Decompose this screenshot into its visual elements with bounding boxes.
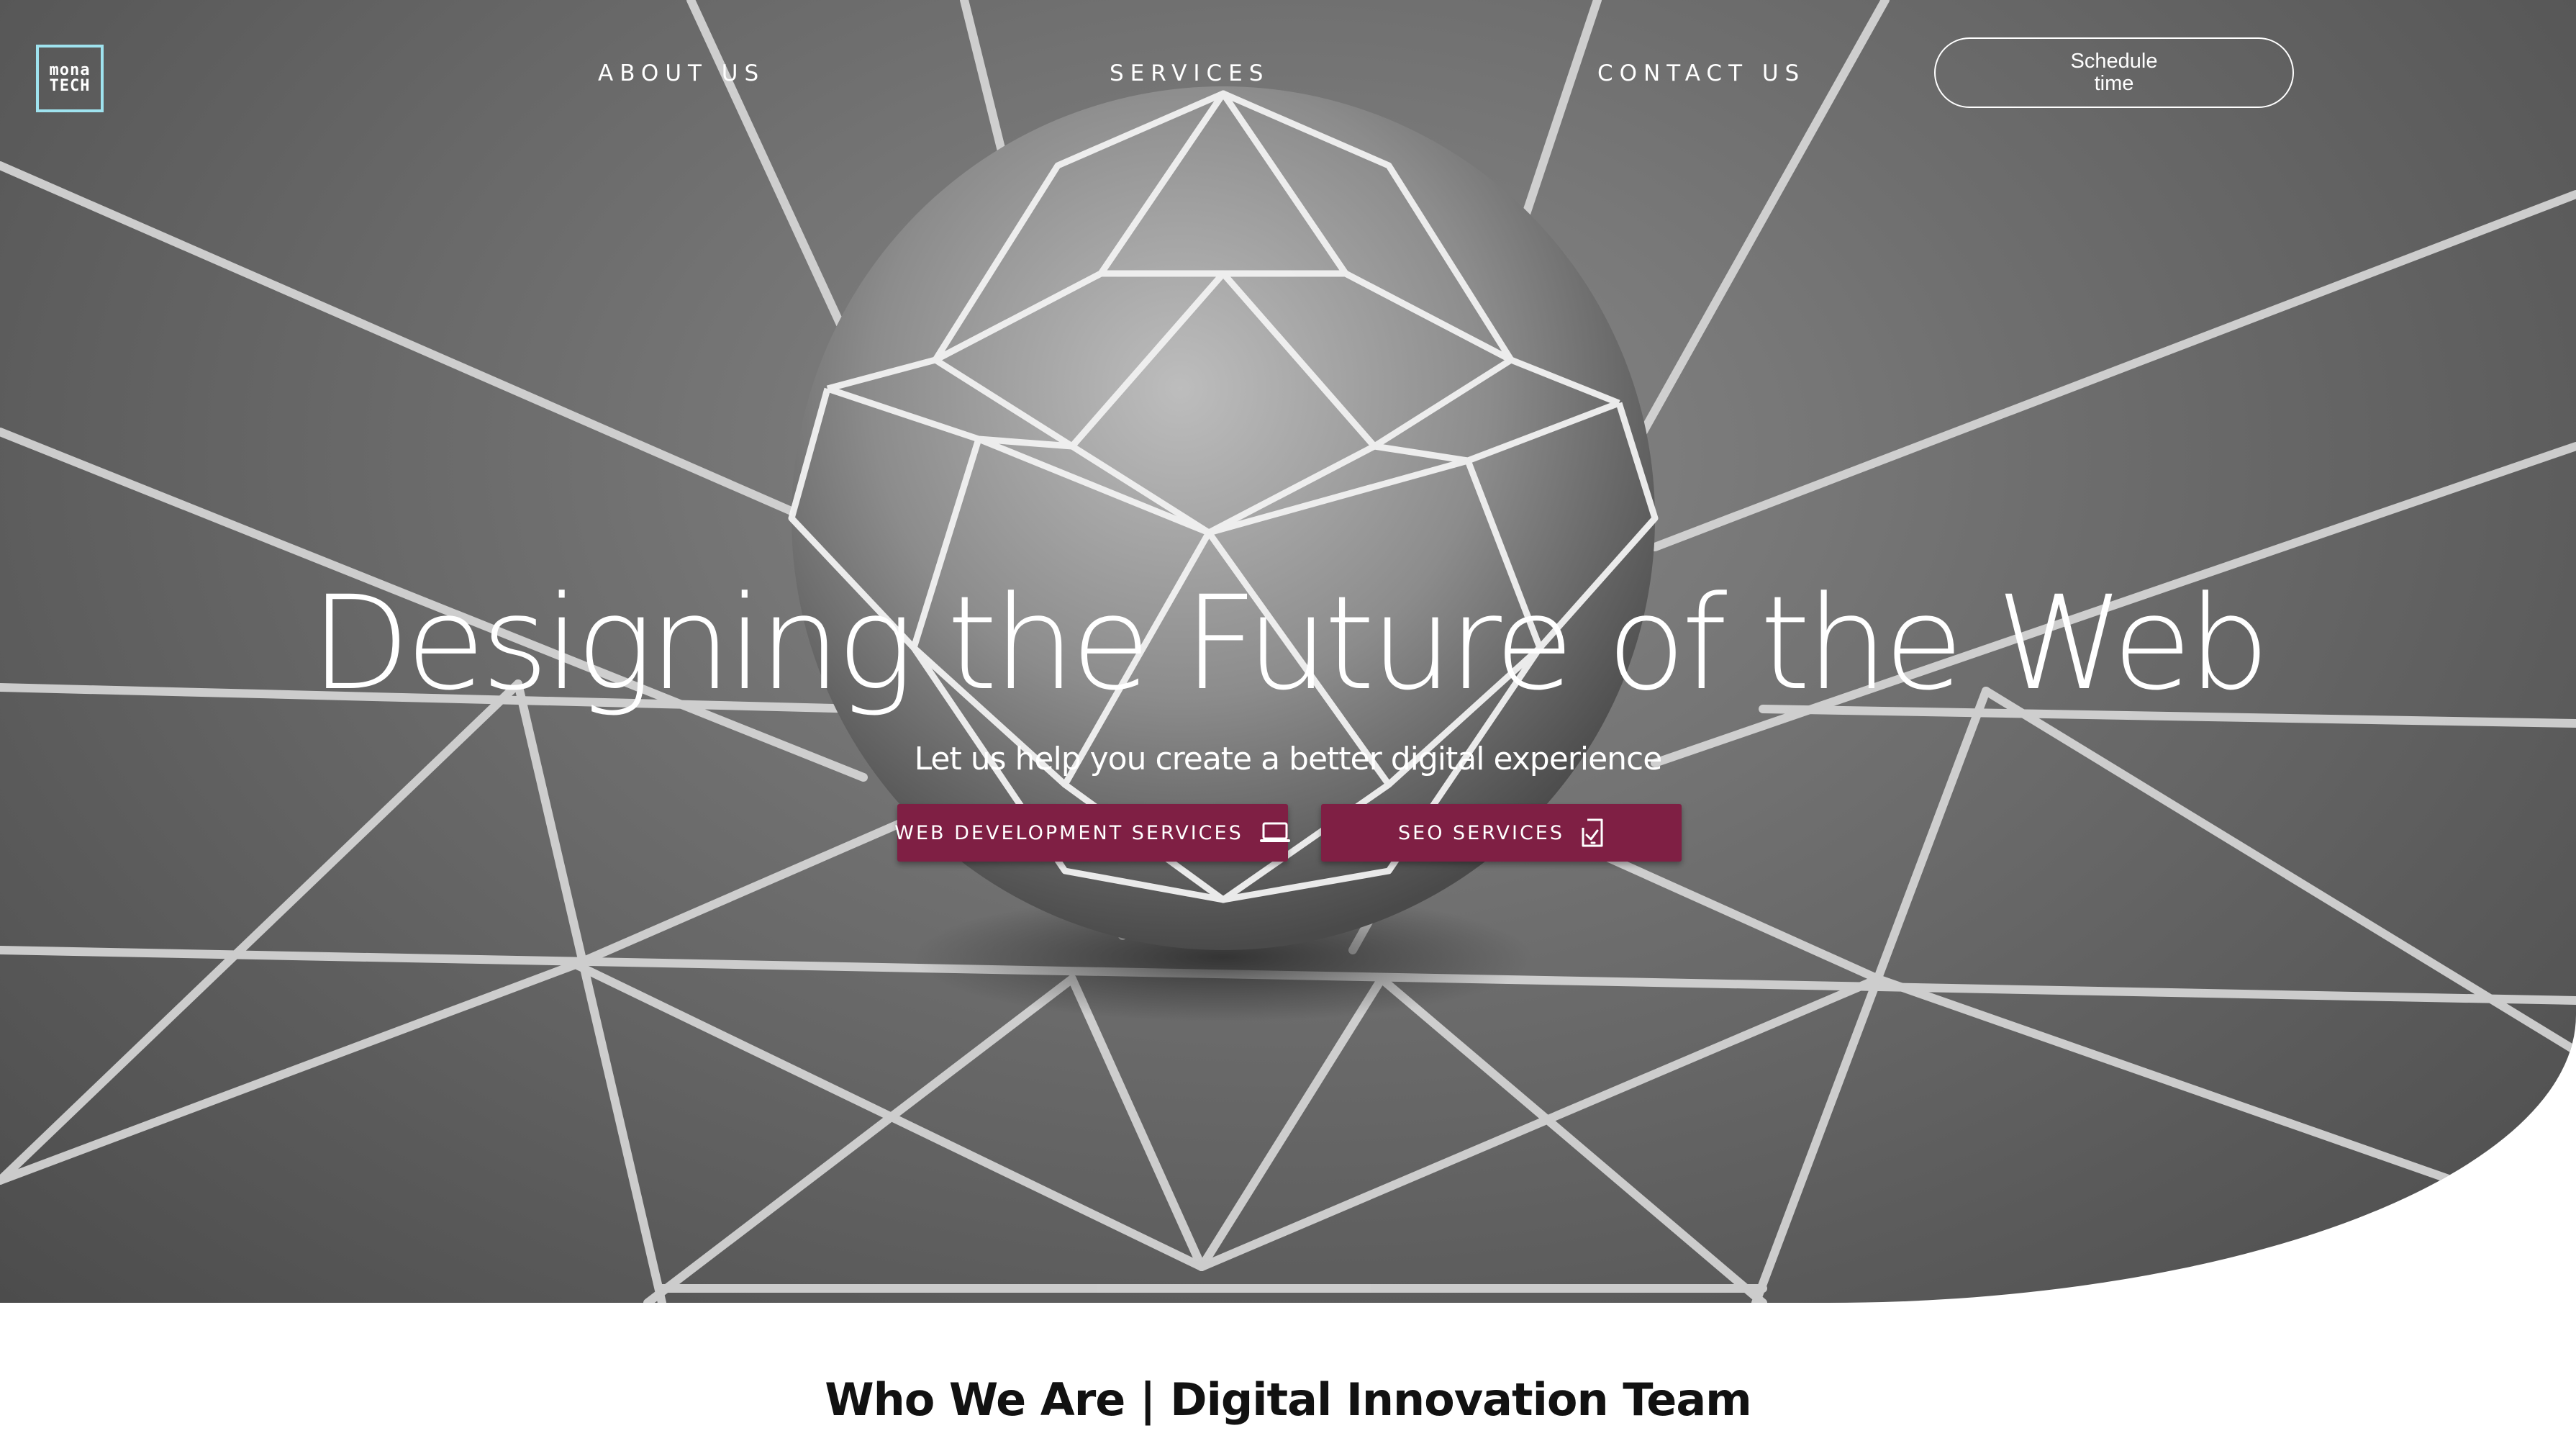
seo-services-button[interactable]: SEO SERVICES [1321, 804, 1682, 862]
seo-services-label: SEO SERVICES [1398, 821, 1564, 844]
logo-line-1: mona [49, 61, 91, 79]
logo-line-2: TECH [49, 77, 91, 95]
who-we-are-heading: Who We Are | Digital Innovation Team [825, 1373, 1752, 1426]
web-development-services-button[interactable]: WEB DEVELOPMENT SERVICES [894, 804, 1291, 862]
hero-title: Designing the Future of the Web [310, 569, 2269, 719]
hero-section: mona TECH ABOUT US SERVICES CONTACT US S… [0, 0, 2576, 1303]
nav-contact-us[interactable]: CONTACT US [1597, 60, 1805, 86]
nav-about-us[interactable]: ABOUT US [598, 60, 765, 86]
mona-tech-logo[interactable]: mona TECH [36, 45, 104, 112]
nav-services[interactable]: SERVICES [1110, 60, 1269, 86]
schedule-time-button[interactable]: Schedule time [1934, 37, 2294, 108]
laptop-icon [1259, 822, 1291, 844]
tablet-check-icon [1580, 818, 1605, 848]
page: mona TECH ABOUT US SERVICES CONTACT US S… [0, 0, 2576, 1441]
web-development-services-label: WEB DEVELOPMENT SERVICES [894, 821, 1243, 844]
hero-subtitle: Let us help you create a better digital … [914, 741, 1663, 777]
